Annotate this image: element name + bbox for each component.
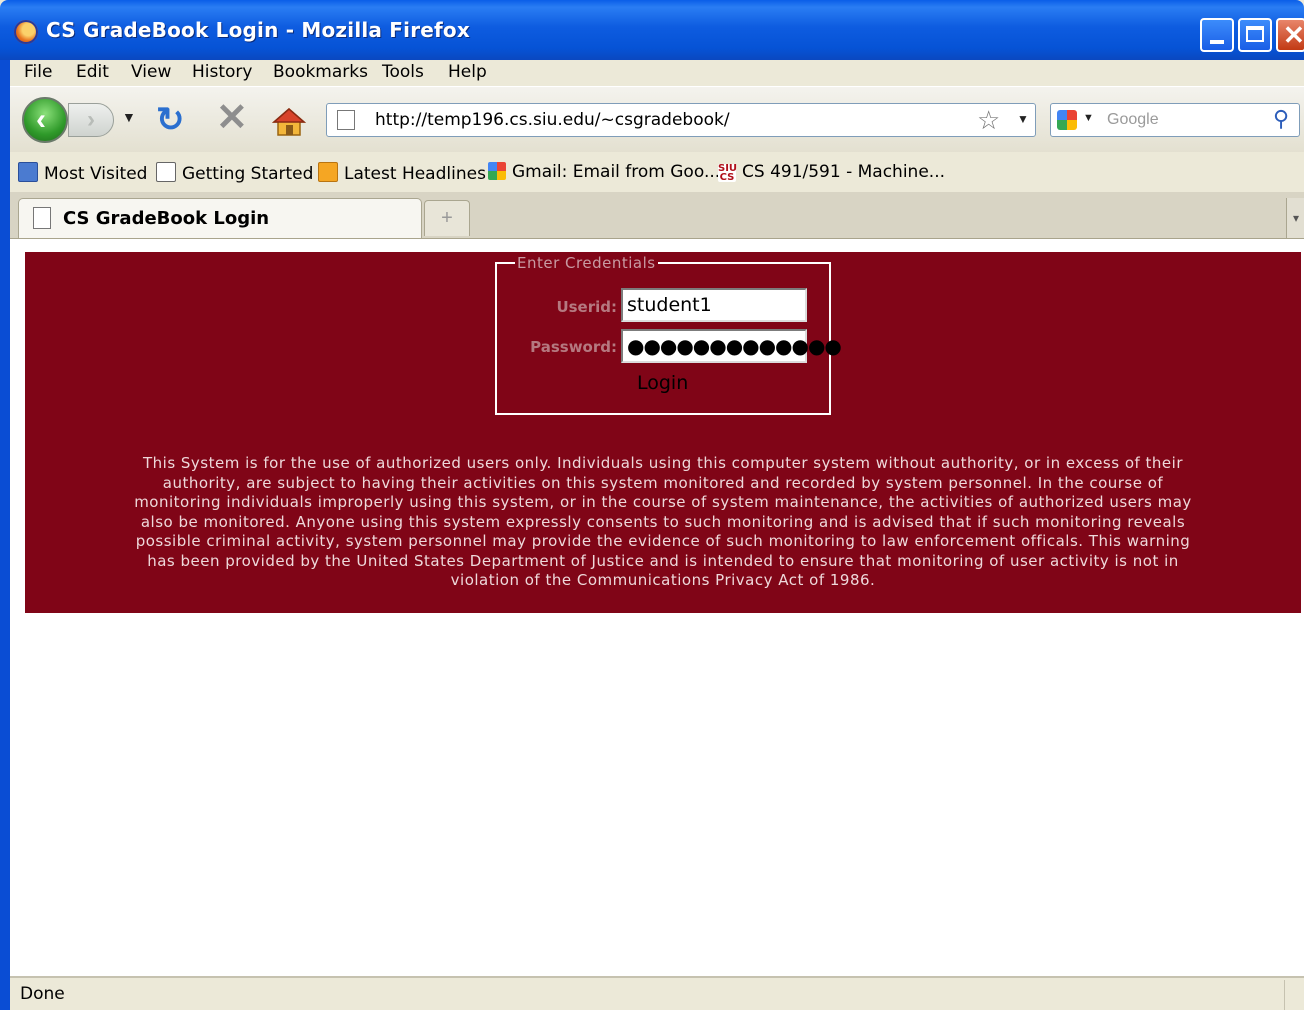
password-field[interactable]: ●●●●●●●●●●●●● <box>621 329 842 363</box>
navigation-toolbar: ‹ › ▼ ↻ ✕ http://temp196.cs.siu.edu/~csg… <box>10 86 1304 153</box>
url-dropdown-icon[interactable]: ▼ <box>1017 112 1029 126</box>
bookmark-latest-headlines[interactable]: Latest Headlines <box>318 162 486 184</box>
bookmark-label: Latest Headlines <box>344 164 486 184</box>
userid-label: Userid: <box>556 298 617 316</box>
bookmark-label: Getting Started <box>182 164 314 184</box>
back-arrow-icon: ‹ <box>36 103 46 136</box>
window-frame <box>0 60 10 1010</box>
close-button[interactable]: ✕ <box>1276 18 1304 52</box>
credentials-legend: Enter Credentials <box>515 254 658 272</box>
menu-edit[interactable]: Edit <box>76 62 109 82</box>
maximize-button[interactable] <box>1238 18 1272 52</box>
bookmark-label: Gmail: Email from Goo... <box>512 162 721 182</box>
new-tab-button[interactable]: + <box>424 200 470 236</box>
bookmark-cs491[interactable]: SIU CS CS 491/591 - Machine... <box>718 162 946 183</box>
plus-icon: + <box>441 207 453 229</box>
bookmark-most-visited[interactable]: Most Visited <box>18 162 147 184</box>
bookmark-label: CS 491/591 - Machine... <box>742 162 946 182</box>
page-content: Enter Credentials Userid: student1 Passw… <box>10 239 1304 976</box>
history-dropdown-icon[interactable]: ▼ <box>122 109 136 125</box>
reload-icon[interactable]: ↻ <box>156 101 185 139</box>
search-icon[interactable]: ⚲ <box>1273 106 1289 132</box>
tab-list-button[interactable]: ▾ <box>1286 198 1304 238</box>
google-icon <box>488 162 506 180</box>
tab-label: CS GradeBook Login <box>63 208 270 229</box>
back-button[interactable]: ‹ <box>22 97 68 143</box>
rss-icon <box>318 162 338 182</box>
status-bar: Done <box>10 976 1304 1010</box>
most-visited-icon <box>18 162 38 182</box>
authorized-use-warning: This System is for the use of authorized… <box>134 454 1192 589</box>
search-placeholder: Google <box>1107 111 1159 128</box>
menu-bookmarks[interactable]: Bookmarks <box>273 62 368 82</box>
tab-cs-gradebook-login[interactable]: CS GradeBook Login <box>18 198 422 238</box>
credentials-fieldset: Enter Credentials Userid: student1 Passw… <box>495 254 842 415</box>
bookmark-label: Most Visited <box>44 164 148 184</box>
forward-arrow-icon: › <box>87 106 95 133</box>
tab-bar: CS GradeBook Login + ▾ <box>10 192 1304 239</box>
menu-bar: File Edit View History Bookmarks Tools H… <box>10 60 1304 84</box>
firefox-icon <box>14 20 38 44</box>
resize-grip[interactable] <box>1284 980 1303 1010</box>
window-title: CS GradeBook Login - Mozilla Firefox <box>46 18 470 42</box>
login-banner: Enter Credentials Userid: student1 Passw… <box>25 252 1301 613</box>
forward-button[interactable]: › <box>68 103 114 137</box>
menu-history[interactable]: History <box>192 62 252 82</box>
status-text: Done <box>20 984 65 1004</box>
menu-file[interactable]: File <box>24 62 52 82</box>
bookmark-gmail[interactable]: Gmail: Email from Goo... <box>488 162 720 182</box>
siuc-cs-icon: SIU CS <box>718 163 738 183</box>
menu-view[interactable]: View <box>131 62 171 82</box>
bookmark-star-icon[interactable]: ☆ <box>977 104 1000 136</box>
search-bar[interactable]: ▼ Google ⚲ <box>1050 103 1300 137</box>
bookmarks-toolbar: Most Visited Getting Started Latest Head… <box>10 152 1304 192</box>
maximize-icon <box>1246 26 1264 42</box>
window-titlebar: CS GradeBook Login - Mozilla Firefox ✕ <box>0 0 1304 60</box>
google-icon[interactable] <box>1057 110 1077 130</box>
menu-help[interactable]: Help <box>448 62 487 82</box>
chevron-down-icon: ▾ <box>1292 211 1300 225</box>
minimize-icon <box>1210 40 1224 44</box>
minimize-button[interactable] <box>1200 18 1234 52</box>
password-label: Password: <box>530 338 617 356</box>
url-bar[interactable]: http://temp196.cs.siu.edu/~csgradebook/ … <box>326 103 1036 137</box>
page-icon <box>337 110 355 130</box>
url-text: http://temp196.cs.siu.edu/~csgradebook/ <box>375 110 730 130</box>
close-icon: ✕ <box>1283 20 1304 50</box>
search-engine-dropdown-icon[interactable]: ▼ <box>1083 112 1094 124</box>
page-icon <box>156 162 176 182</box>
menu-tools[interactable]: Tools <box>382 62 424 82</box>
bookmark-getting-started[interactable]: Getting Started <box>156 162 313 184</box>
home-icon[interactable] <box>271 107 307 137</box>
userid-field[interactable]: student1 <box>621 288 807 322</box>
login-button[interactable]: Login <box>637 372 688 394</box>
page-icon <box>33 207 51 229</box>
stop-icon[interactable]: ✕ <box>216 99 248 137</box>
